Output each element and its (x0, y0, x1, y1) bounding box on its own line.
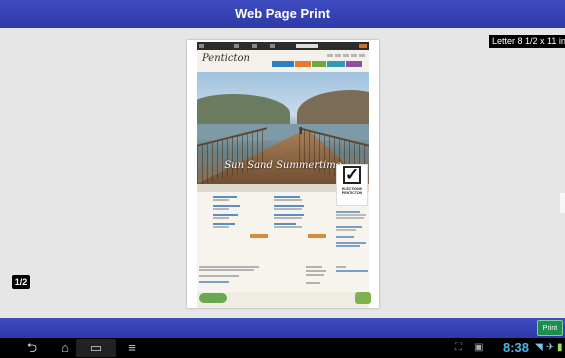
news-item (213, 214, 238, 216)
news-date (213, 199, 229, 201)
home-icon[interactable]: ⌂ (53, 339, 77, 357)
sidebar-text (336, 217, 364, 219)
elections-label: ELECTIONS PENTICTON (341, 187, 363, 195)
back-icon[interactable]: ⮌ (20, 339, 44, 357)
site-utility-links (327, 54, 365, 57)
event-date (274, 226, 302, 228)
dialog-title: Web Page Print (0, 0, 565, 28)
footer-link (336, 270, 368, 272)
footer-text (336, 266, 346, 268)
news-date (213, 217, 229, 219)
screenshot-icon: ⛶ (455, 342, 462, 353)
site-logo-icon (199, 44, 204, 48)
sidebar-link (336, 242, 366, 244)
news-item (213, 223, 235, 225)
site-nav-tab (295, 61, 311, 67)
news-date (213, 208, 229, 210)
news-more-button (250, 234, 268, 238)
event-item (274, 196, 300, 198)
sidebar-link (336, 245, 360, 247)
footer-text (306, 274, 324, 276)
footer-text (306, 266, 322, 268)
footer-link (199, 281, 229, 283)
status-clock: 8:38 (503, 340, 530, 355)
events-more-button (308, 234, 326, 238)
paper-size-label[interactable]: Letter 8 1/2 x 11 in (489, 35, 565, 48)
gallery-icon: ▣ (474, 342, 484, 353)
menu-icon[interactable]: ≡ (122, 339, 142, 357)
site-nav-tab (346, 61, 362, 67)
action-bar: Print (0, 318, 565, 338)
airplane-icon: ✈ (546, 342, 555, 353)
wifi-icon: ◥ (535, 342, 543, 353)
site-navigation (272, 61, 362, 67)
site-nav-tab (327, 61, 345, 67)
event-item (274, 214, 304, 216)
event-item (274, 205, 304, 207)
sidebar-link (336, 226, 362, 228)
footer-text (306, 282, 320, 284)
news-item (213, 196, 237, 198)
footer-text (306, 270, 326, 272)
sidebar-link (336, 236, 354, 238)
footer-logo-left (199, 293, 227, 303)
site-search-button (359, 44, 367, 48)
sidebar-link (336, 211, 360, 213)
news-item (213, 205, 240, 207)
site-nav-tab (272, 61, 294, 67)
battery-icon: ▮ (557, 342, 563, 353)
sidebar-text (336, 214, 366, 216)
site-toolbar-icon (252, 44, 257, 48)
footer-text (199, 269, 254, 271)
footer-logo-right (355, 292, 371, 304)
print-button[interactable]: Print (537, 320, 563, 336)
page-indicator: 1/2 (12, 275, 30, 289)
site-nav-tab (312, 61, 326, 67)
event-date (274, 199, 302, 201)
site-logo: Penticton (202, 53, 250, 64)
checkbox-icon: ✓ (343, 165, 361, 184)
footer-text (199, 266, 259, 268)
event-item (274, 223, 296, 225)
site-top-toolbar (197, 42, 369, 50)
sidebar-text (336, 229, 356, 231)
news-date (213, 226, 229, 228)
recent-apps-icon[interactable]: ▭ (76, 339, 116, 357)
site-search-box (296, 44, 318, 48)
preview-scroll-handle[interactable] (560, 193, 565, 213)
site-toolbar-icon (270, 44, 275, 48)
event-date (274, 217, 302, 219)
system-navigation-bar: ⮌ ⌂ ▭ ≡ ⛶ ▣ 8:38 ◥ ✈ ▮ (0, 338, 565, 358)
event-date (274, 208, 302, 210)
footer-text (199, 275, 239, 277)
site-toolbar-icon (234, 44, 239, 48)
